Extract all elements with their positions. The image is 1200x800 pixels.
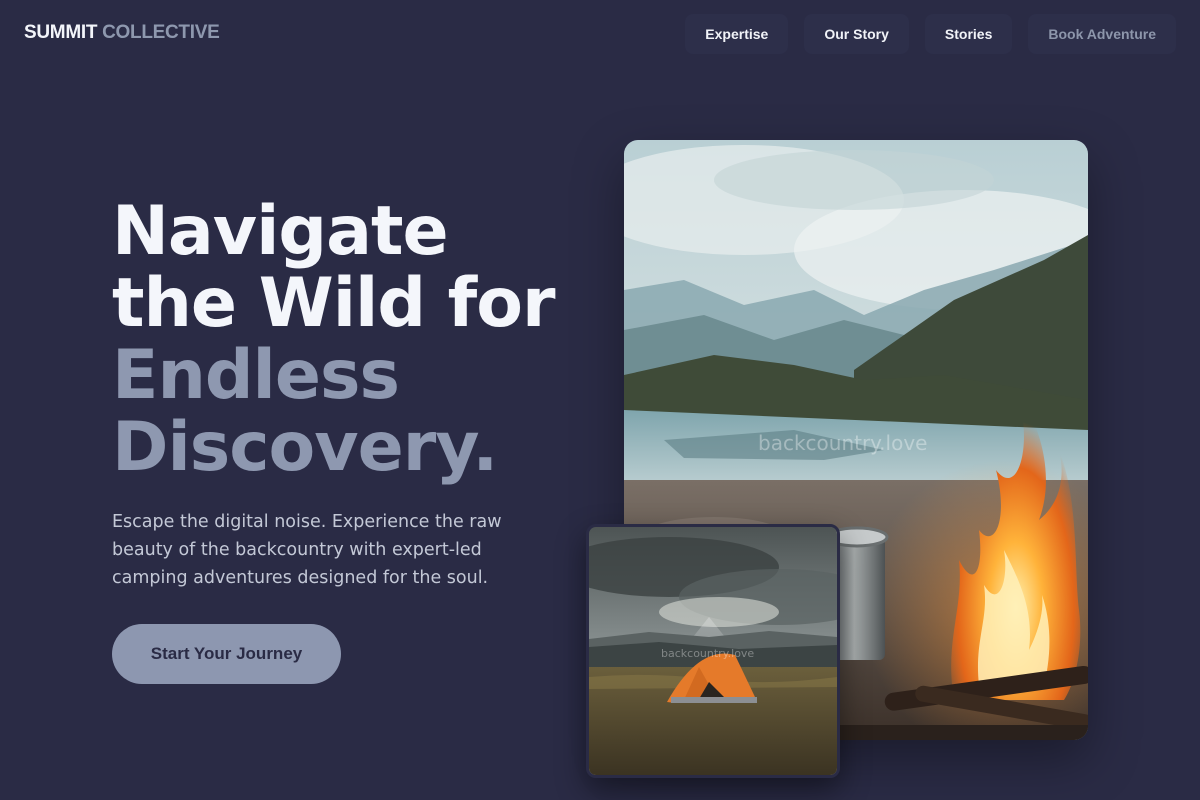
main-nav: Expertise Our Story Stories Book Adventu… (685, 14, 1176, 54)
hero-headline: Navigate the Wild for Endless Discovery. (112, 192, 556, 487)
nav-link-expertise[interactable]: Expertise (685, 14, 789, 54)
nav-link-stories[interactable]: Stories (924, 14, 1013, 54)
start-journey-button[interactable]: Start Your Journey (112, 624, 341, 684)
nav-link-our-story[interactable]: Our Story (804, 14, 909, 54)
nav-link-book-adventure[interactable]: Book Adventure (1028, 14, 1176, 54)
main-image-watermark: backcountry.love (758, 431, 927, 455)
headline-line-1: Navigate (112, 192, 449, 271)
tent-meadow-image: backcountry.love (586, 524, 840, 778)
landing-page: SUMMIT COLLECTIVE Expertise Our Story St… (0, 0, 1200, 800)
brand-logo-primary: SUMMIT (24, 22, 98, 43)
headline-line-2: the Wild for (112, 264, 556, 343)
hero-subtitle: Escape the digital noise. Experience the… (112, 512, 502, 588)
brand-logo-secondary: COLLECTIVE (102, 22, 220, 43)
small-image-watermark: backcountry.love (661, 647, 754, 660)
headline-line-4: Discovery. (112, 408, 498, 487)
brand-logo[interactable]: SUMMIT COLLECTIVE (24, 22, 220, 44)
headline-line-3: Endless (112, 336, 400, 415)
